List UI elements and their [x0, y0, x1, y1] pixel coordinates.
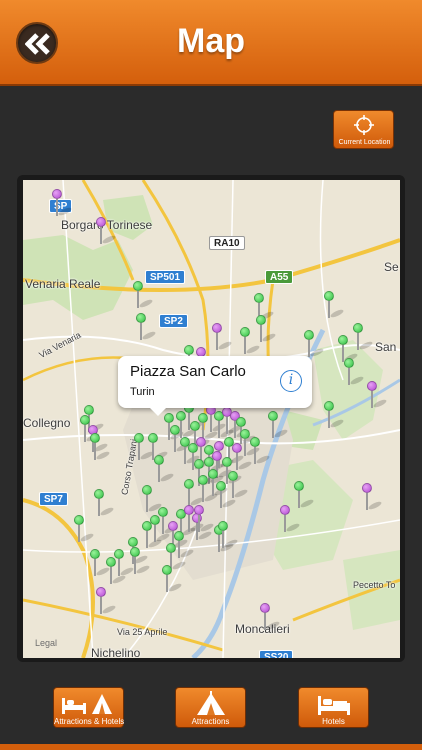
place-label: Nichelino [91, 646, 141, 658]
map-pin-purple[interactable] [194, 505, 215, 533]
map-pin-green[interactable] [136, 313, 157, 341]
tab-label: Attractions & Hotels [54, 717, 125, 726]
info-icon[interactable]: i [280, 370, 302, 392]
map-pin-green[interactable] [158, 507, 179, 535]
map-pin-green[interactable] [74, 515, 95, 543]
map-pin-green[interactable] [170, 425, 191, 453]
tab-attractions-hotels[interactable]: Attractions & Hotels [53, 687, 124, 728]
tent-icon [197, 691, 225, 715]
road-shield: SP501 [145, 270, 186, 284]
road-shield: SP7 [39, 492, 68, 506]
tab-label: Hotels [322, 717, 345, 726]
map-pin-green[interactable] [228, 471, 249, 499]
map-pin-green[interactable] [114, 549, 135, 577]
map-pin-green[interactable] [133, 281, 154, 309]
bed-tent-icon [62, 694, 112, 714]
map-pin-green[interactable] [324, 401, 345, 429]
callout-title: Piazza San Carlo [130, 363, 246, 380]
map-pin-purple[interactable] [362, 483, 383, 511]
crosshair-icon [354, 115, 374, 135]
place-label: San [375, 340, 397, 354]
road-shield: A55 [265, 270, 294, 284]
map-pin-green[interactable] [268, 411, 289, 439]
map-pin-green[interactable] [198, 475, 219, 503]
map-pin-green[interactable] [90, 549, 111, 577]
map-pin-green[interactable] [294, 481, 315, 509]
tab-attractions[interactable]: Attractions [175, 687, 246, 728]
map-pin-green[interactable] [134, 433, 155, 461]
map-pin-purple[interactable] [367, 381, 388, 409]
map-pin-green[interactable] [256, 315, 277, 343]
place-label: Venaria Reale [25, 277, 101, 291]
bed-icon [318, 696, 350, 715]
map-pin-purple[interactable] [280, 505, 301, 533]
place-label: Collegno [23, 416, 71, 430]
map-pin-purple[interactable] [52, 189, 73, 217]
navigation-bar: Map [0, 0, 422, 86]
map-pin-green[interactable] [162, 565, 183, 593]
map-pin-green[interactable] [130, 547, 151, 575]
callout-subtitle: Turin [130, 386, 155, 398]
map-pin-purple[interactable] [212, 323, 233, 351]
tab-label: Attractions [191, 717, 230, 726]
tab-hotels[interactable]: Hotels [298, 687, 369, 728]
map-pin-green[interactable] [90, 433, 111, 461]
map-pin-green[interactable] [142, 485, 163, 513]
map-view[interactable]: Borgaro Torinese Venaria Reale Via Venar… [23, 180, 400, 658]
map-pin-green[interactable] [324, 291, 345, 319]
map-pin-green[interactable] [174, 531, 195, 559]
page-title: Map [177, 22, 245, 60]
map-pin-green[interactable] [353, 323, 374, 351]
place-label: Pecetto To [353, 580, 396, 590]
legal-link[interactable]: Legal [35, 638, 57, 648]
map-pin-green[interactable] [184, 479, 205, 507]
map-pin-green[interactable] [240, 327, 261, 355]
bottom-accent-bar [0, 744, 422, 750]
map-pin-purple[interactable] [96, 217, 117, 245]
map-pin-purple[interactable] [260, 603, 281, 631]
map-pin-green[interactable] [240, 429, 261, 457]
map-pin-green[interactable] [94, 489, 115, 517]
road-shield: SP2 [159, 314, 188, 328]
map-callout[interactable]: Piazza San Carlo Turin i [118, 356, 312, 416]
map-pin-green[interactable] [216, 481, 237, 509]
current-location-button[interactable]: Current Location [333, 110, 394, 149]
road-shield: SS20 [259, 650, 294, 658]
place-label: Borgaro Torinese [61, 218, 153, 232]
map-pin-green[interactable] [250, 437, 271, 465]
map-pin-green[interactable] [304, 330, 325, 358]
place-label: Via 25 Aprile [117, 627, 168, 637]
map-pin-purple[interactable] [96, 587, 117, 615]
road-shield: RA10 [209, 236, 245, 250]
place-label: Se [384, 260, 399, 274]
map-pin-green[interactable] [344, 358, 365, 386]
map-pin-green[interactable] [218, 521, 239, 549]
map-pin-green[interactable] [154, 455, 175, 483]
current-location-label: Current Location [338, 139, 391, 146]
